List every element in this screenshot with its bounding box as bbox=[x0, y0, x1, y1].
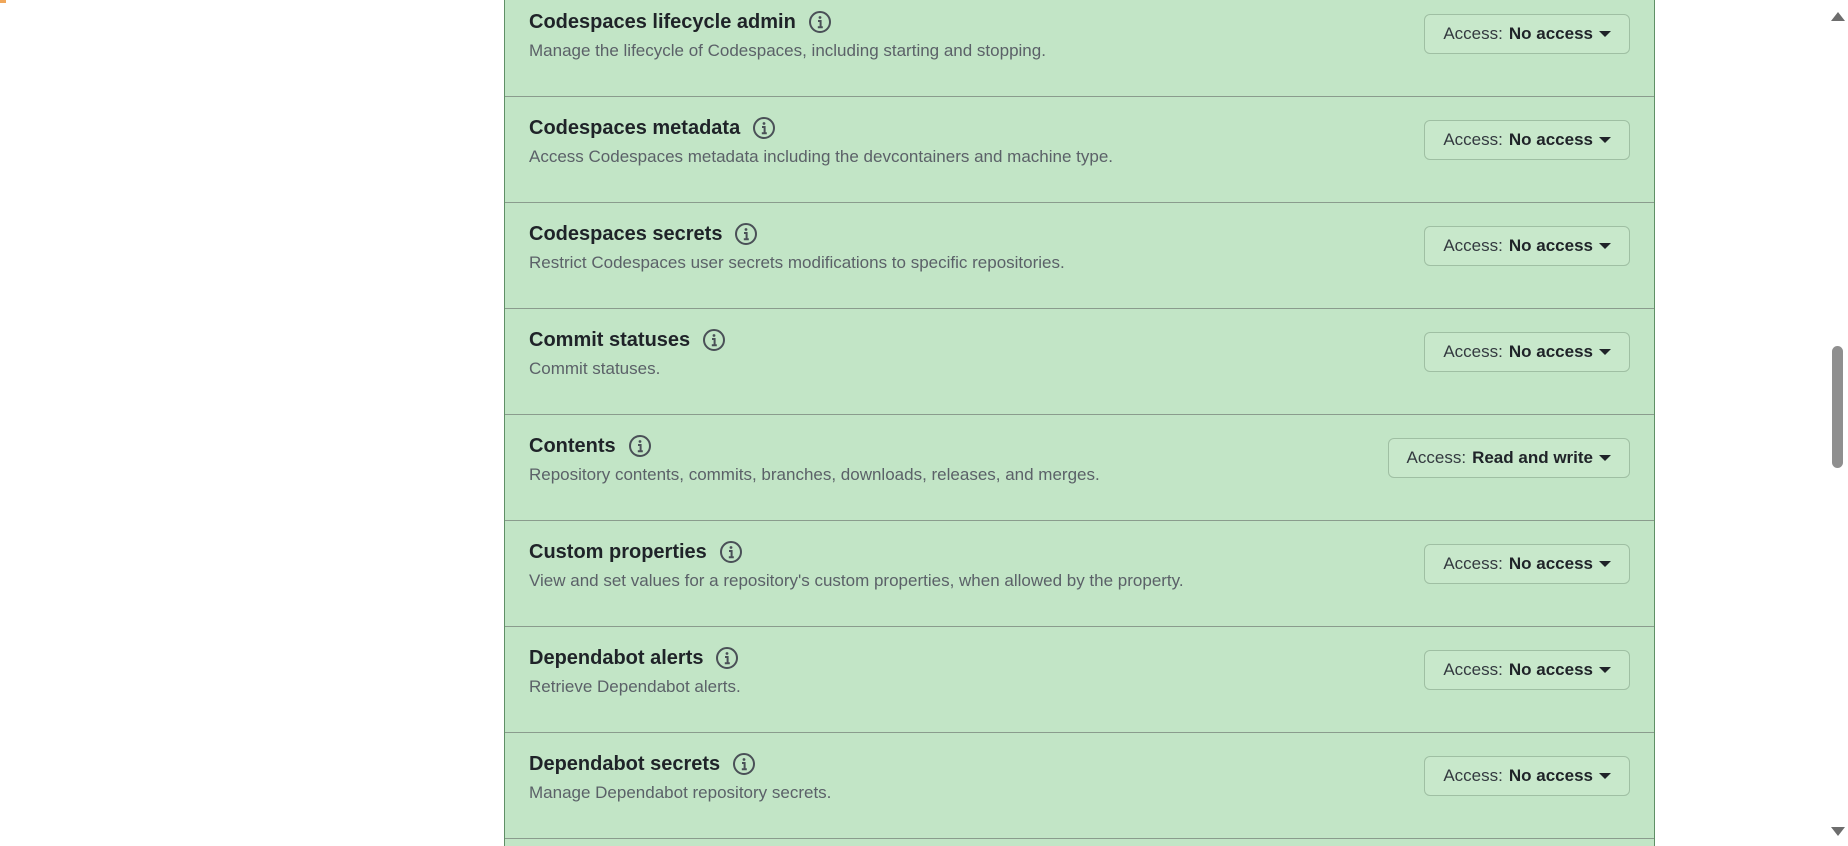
permission-description: Retrieve Dependabot alerts. bbox=[529, 677, 741, 696]
caret-down-icon bbox=[1599, 561, 1611, 567]
access-dropdown-button[interactable]: Access: No access bbox=[1424, 650, 1630, 690]
permission-description: View and set values for a repository's c… bbox=[529, 571, 1184, 590]
access-value: Read and write bbox=[1472, 448, 1593, 467]
access-value: No access bbox=[1508, 24, 1593, 43]
permission-description: Manage Dependabot repository secrets. bbox=[529, 783, 832, 802]
permissions-panel: Codespaces lifecycle admin Manage the li… bbox=[504, 0, 1655, 846]
arrow-down-icon[interactable] bbox=[1831, 827, 1845, 836]
permission-description: Manage the lifecycle of Codespaces, incl… bbox=[529, 41, 1046, 60]
permission-title-group: Codespaces metadata bbox=[529, 114, 777, 142]
permission-title-group: Codespaces lifecycle admin bbox=[529, 8, 833, 36]
access-dropdown-button[interactable]: Access: No access bbox=[1424, 544, 1630, 584]
permission-title-group: Contents bbox=[529, 432, 653, 460]
caret-down-icon bbox=[1599, 773, 1611, 779]
caret-down-icon bbox=[1599, 349, 1611, 355]
permission-row: Codespaces lifecycle admin Manage the li… bbox=[505, 0, 1654, 97]
permission-description: Restrict Codespaces user secrets modific… bbox=[529, 253, 1065, 272]
info-icon[interactable] bbox=[714, 645, 740, 671]
access-dropdown-button[interactable]: Access: No access bbox=[1424, 332, 1630, 372]
access-value: No access bbox=[1508, 342, 1593, 361]
caret-down-icon bbox=[1599, 455, 1611, 461]
access-value: No access bbox=[1508, 236, 1593, 255]
info-icon[interactable] bbox=[627, 433, 653, 459]
scrollbar-thumb[interactable] bbox=[1832, 346, 1843, 468]
access-prefix: Access: bbox=[1406, 448, 1467, 467]
access-dropdown-button[interactable]: Access: No access bbox=[1424, 226, 1630, 266]
permission-row: Custom properties View and set values fo… bbox=[505, 521, 1654, 627]
access-prefix: Access: bbox=[1443, 766, 1503, 785]
access-dropdown-button[interactable]: Access: No access bbox=[1424, 120, 1630, 160]
permission-title: Commit statuses bbox=[529, 329, 691, 351]
access-value: No access bbox=[1508, 554, 1593, 573]
permission-title: Codespaces secrets bbox=[529, 223, 723, 245]
permission-title: Dependabot alerts bbox=[529, 647, 704, 669]
permission-description: Commit statuses. bbox=[529, 359, 661, 378]
info-icon[interactable] bbox=[718, 539, 744, 565]
permission-description: Access Codespaces metadata including the… bbox=[529, 147, 1114, 166]
access-prefix: Access: bbox=[1443, 236, 1503, 255]
access-prefix: Access: bbox=[1443, 554, 1503, 573]
permission-row: Codespaces secrets Restrict Codespaces u… bbox=[505, 203, 1654, 309]
permission-title-group: Commit statuses bbox=[529, 326, 727, 354]
info-icon[interactable] bbox=[751, 115, 777, 141]
access-dropdown-button[interactable]: Access: Read and write bbox=[1387, 438, 1630, 478]
info-icon[interactable] bbox=[731, 751, 757, 777]
info-icon[interactable] bbox=[733, 221, 759, 247]
permission-row: Dependabot secrets Manage Dependabot rep… bbox=[505, 733, 1654, 839]
info-icon[interactable] bbox=[701, 327, 727, 353]
access-value: No access bbox=[1508, 660, 1593, 679]
permission-title: Contents bbox=[529, 435, 616, 457]
access-value: No access bbox=[1508, 766, 1593, 785]
access-dropdown-button[interactable]: Access: No access bbox=[1424, 756, 1630, 796]
access-prefix: Access: bbox=[1443, 342, 1503, 361]
permission-row: Commit statuses Commit statuses. Access:… bbox=[505, 309, 1654, 415]
access-prefix: Access: bbox=[1443, 24, 1503, 43]
caret-down-icon bbox=[1599, 243, 1611, 249]
permission-title: Dependabot secrets bbox=[529, 753, 721, 775]
permission-title-group: Custom properties bbox=[529, 538, 744, 566]
access-value: No access bbox=[1508, 130, 1593, 149]
permission-title: Custom properties bbox=[529, 541, 707, 563]
window-accent bbox=[0, 0, 6, 3]
permission-title-group: Dependabot alerts bbox=[529, 644, 740, 672]
caret-down-icon bbox=[1599, 31, 1611, 37]
permission-row: Dependabot alerts Retrieve Dependabot al… bbox=[505, 627, 1654, 733]
access-prefix: Access: bbox=[1443, 660, 1503, 679]
vertical-scrollbar[interactable] bbox=[1826, 0, 1848, 846]
info-icon[interactable] bbox=[807, 9, 833, 35]
permission-row: Contents Repository contents, commits, b… bbox=[505, 415, 1654, 521]
permission-row: Codespaces metadata Access Codespaces me… bbox=[505, 97, 1654, 203]
arrow-up-icon[interactable] bbox=[1831, 12, 1845, 21]
permission-title: Codespaces lifecycle admin bbox=[529, 11, 796, 33]
permission-title: Codespaces metadata bbox=[529, 117, 741, 139]
access-dropdown-button[interactable]: Access: No access bbox=[1424, 14, 1630, 54]
permission-title-group: Codespaces secrets bbox=[529, 220, 759, 248]
permission-title-group: Dependabot secrets bbox=[529, 750, 757, 778]
permission-description: Repository contents, commits, branches, … bbox=[529, 465, 1100, 484]
caret-down-icon bbox=[1599, 667, 1611, 673]
access-prefix: Access: bbox=[1443, 130, 1503, 149]
caret-down-icon bbox=[1599, 137, 1611, 143]
